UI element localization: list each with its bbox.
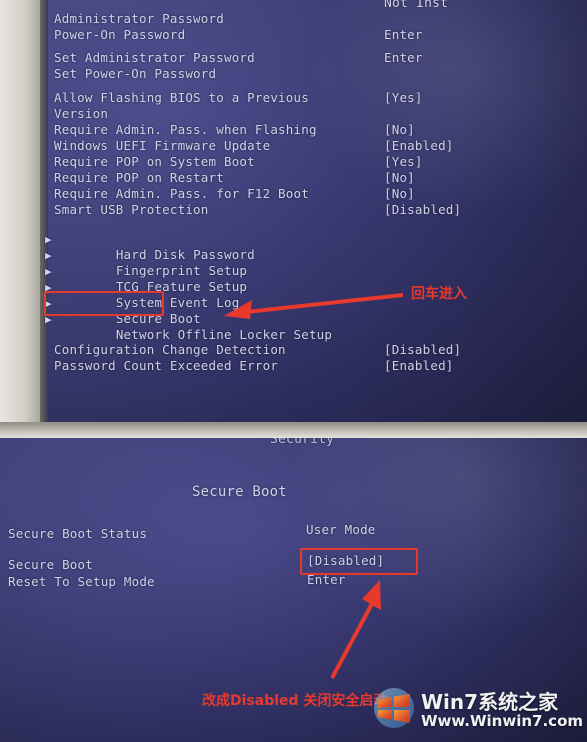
annotation-text-bottom: 改成Disabled 关闭安全启动 bbox=[202, 693, 388, 709]
row-label-configuration-change-detection[interactable]: Configuration Change Detection bbox=[54, 342, 286, 357]
row-value-set-administrator-password: Enter bbox=[384, 50, 423, 65]
partial-header-bottom: Security bbox=[270, 438, 335, 447]
annotation-arrow-top bbox=[218, 286, 408, 326]
submenu-arrow-icon: ▶ bbox=[45, 265, 52, 278]
row-label-set-administrator-password[interactable]: Set Administrator Password bbox=[54, 50, 255, 65]
row-label-require-pop-system-boot[interactable]: Require POP on System Boot bbox=[54, 154, 255, 169]
row-label-password-count-exceeded-error[interactable]: Password Count Exceeded Error bbox=[54, 358, 278, 373]
submenu-arrow-icon: ▶ bbox=[45, 233, 52, 246]
row-value-allow-flashing-bios[interactable]: [Yes] bbox=[384, 90, 423, 105]
bios-security-screen: Not Inst Administrator Password Power-On… bbox=[44, 0, 587, 424]
row-label-version-continuation: Version bbox=[54, 106, 109, 121]
row-label-require-admin-pass-flashing[interactable]: Require Admin. Pass. when Flashing bbox=[54, 122, 317, 137]
secure-boot-value-highlight-box bbox=[300, 548, 418, 575]
laptop-bezel-left-inner bbox=[40, 0, 48, 438]
row-value-require-pop-restart[interactable]: [No] bbox=[384, 170, 415, 185]
annotation-arrow-bottom bbox=[318, 574, 408, 684]
row-label-require-pop-restart[interactable]: Require POP on Restart bbox=[54, 170, 224, 185]
windows-logo-icon bbox=[374, 688, 414, 728]
partial-header-top: Not Inst bbox=[384, 0, 449, 11]
watermark-subtitle: Www.Winwin7.com bbox=[421, 712, 584, 730]
row-value-secure-boot-status: User Mode bbox=[306, 522, 376, 537]
row-value-password-count-exceeded-error[interactable]: [Enabled] bbox=[384, 358, 454, 373]
submenu-label: Network Offline Locker Setup bbox=[115, 327, 333, 342]
row-label-secure-boot-status: Secure Boot Status bbox=[8, 526, 148, 541]
laptop-bezel-bottom bbox=[0, 422, 587, 438]
row-label-reset-to-setup-mode[interactable]: Reset To Setup Mode bbox=[8, 574, 155, 589]
row-label-require-admin-pass-f12[interactable]: Require Admin. Pass. for F12 Boot bbox=[54, 186, 309, 201]
submenu-arrow-icon: ▶ bbox=[45, 249, 52, 262]
row-label-secure-boot[interactable]: Secure Boot bbox=[8, 557, 93, 572]
row-value-require-pop-system-boot[interactable]: [Yes] bbox=[384, 154, 423, 169]
annotation-text-top: 回车进入 bbox=[411, 286, 467, 302]
row-value-require-admin-pass-f12[interactable]: [No] bbox=[384, 186, 415, 201]
row-label-administrator-password: Administrator Password bbox=[54, 11, 224, 26]
row-label-set-power-on-password[interactable]: Set Power-On Password bbox=[54, 66, 216, 81]
secure-boot-highlight-box bbox=[44, 291, 164, 316]
row-label-smart-usb-protection[interactable]: Smart USB Protection bbox=[54, 202, 209, 217]
page-title-secure-boot: Secure Boot bbox=[192, 484, 287, 500]
row-value-require-admin-pass-flashing[interactable]: [No] bbox=[384, 122, 415, 137]
row-label-power-on-password: Power-On Password bbox=[54, 27, 186, 42]
row-value-windows-uefi-firmware-update[interactable]: [Enabled] bbox=[384, 138, 454, 153]
bios-security-photo: Not Inst Administrator Password Power-On… bbox=[0, 0, 587, 438]
watermark-title: Win7系统之家 bbox=[421, 690, 559, 714]
row-value-configuration-change-detection[interactable]: [Disabled] bbox=[384, 342, 461, 357]
row-label-allow-flashing-bios[interactable]: Allow Flashing BIOS to a Previous bbox=[54, 90, 309, 105]
row-label-windows-uefi-firmware-update[interactable]: Windows UEFI Firmware Update bbox=[54, 138, 270, 153]
row-value-smart-usb-protection[interactable]: [Disabled] bbox=[384, 202, 461, 217]
site-watermark: Win7系统之家 Www.Winwin7.com bbox=[371, 684, 584, 740]
secure-boot-screen: Security Secure Boot Secure Boot Status … bbox=[0, 438, 587, 742]
screenshot-root: Not Inst Administrator Password Power-On… bbox=[0, 0, 587, 742]
row-value-power-on-password: Enter bbox=[384, 27, 423, 42]
secure-boot-photo: Security Secure Boot Secure Boot Status … bbox=[0, 438, 587, 742]
